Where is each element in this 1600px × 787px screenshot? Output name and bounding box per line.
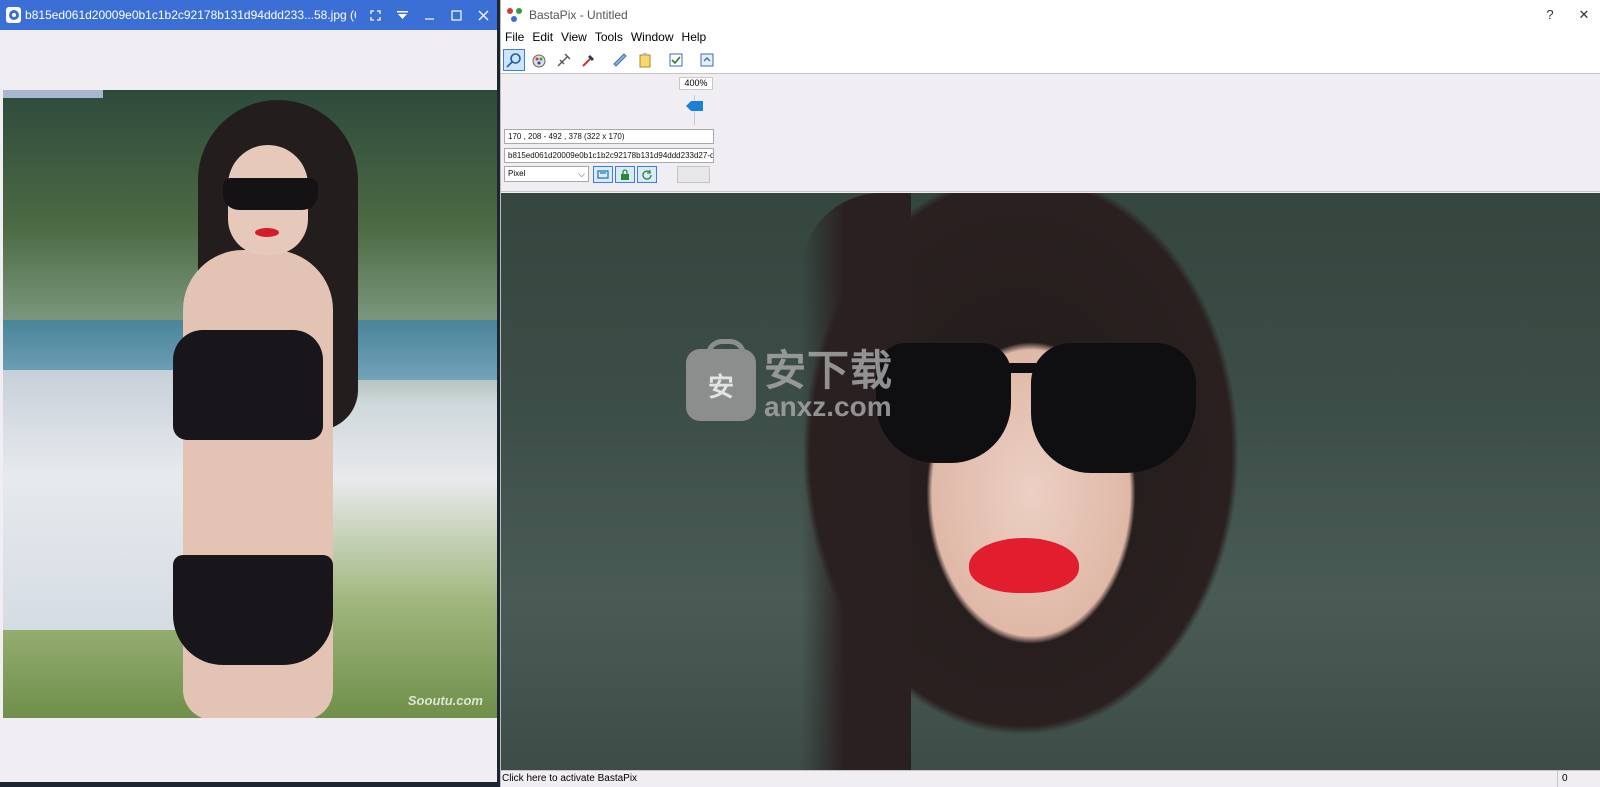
canvas-sunglasses-right — [1031, 343, 1196, 473]
menu-bar: File Edit View Tools Window Help — [501, 29, 1600, 46]
close-icon[interactable] — [470, 0, 497, 30]
photo-watermark: Sooutu.com — [407, 693, 483, 708]
menu-file[interactable]: File — [501, 29, 528, 46]
zoom-level: 400% — [679, 77, 713, 90]
viewer-app-icon — [6, 7, 22, 23]
status-text[interactable]: Click here to activate BastaPix — [502, 773, 637, 784]
filename-field[interactable]: b815ed061d20009e0b1c1b2c92178b131d94ddd2… — [504, 148, 714, 163]
color-picker-icon[interactable] — [528, 49, 550, 71]
unit-select[interactable]: Pixel ⌵ — [504, 166, 589, 182]
bastapix-window: BastaPix - Untitled ? ✕ File Edit View T… — [500, 0, 1600, 787]
magnifier-icon[interactable] — [503, 48, 525, 71]
bastapix-titlebar[interactable]: BastaPix - Untitled ? ✕ — [501, 0, 1600, 29]
ruler-icon[interactable] — [609, 49, 631, 71]
toolbar — [501, 46, 1600, 74]
photo-figure — [163, 100, 383, 718]
clipboard-icon[interactable] — [634, 49, 656, 71]
menu-help[interactable]: Help — [678, 29, 711, 46]
photo-sunglasses — [223, 178, 318, 210]
status-bar[interactable]: Click here to activate BastaPix 0 — [501, 770, 1600, 787]
lock-selection-button[interactable] — [615, 166, 635, 183]
help-button[interactable]: ? — [1533, 0, 1567, 29]
canvas-lips — [969, 538, 1079, 593]
canvas-hair — [801, 193, 911, 770]
zoom-slider-thumb[interactable] — [686, 101, 703, 111]
menu-window[interactable]: Window — [627, 29, 678, 46]
chevron-down-icon: ⌵ — [578, 169, 585, 179]
checklist-icon[interactable] — [665, 49, 687, 71]
watermark-chinese-text: 安下载 — [764, 347, 894, 394]
settings-icon[interactable] — [696, 49, 718, 71]
viewer-photo: Sooutu.com — [3, 90, 497, 718]
photo-lips — [255, 228, 279, 237]
menu-tools[interactable]: Tools — [591, 29, 627, 46]
viewer-titlebar[interactable]: b815ed061d20009e0b1c1b2c92178b131d94ddd2… — [0, 0, 497, 30]
photo-swim-bottom — [173, 555, 333, 665]
refresh-capture-button[interactable] — [637, 166, 657, 183]
eyedropper-icon[interactable] — [578, 49, 600, 71]
shopping-bag-icon: 安 — [686, 339, 756, 421]
menu-view[interactable]: View — [557, 29, 591, 46]
maximize-icon[interactable] — [443, 0, 470, 30]
fullscreen-icon[interactable] — [362, 0, 389, 30]
bastapix-title: BastaPix - Untitled — [529, 7, 628, 22]
photo-sky — [3, 90, 103, 98]
menu-edit[interactable]: Edit — [528, 29, 557, 46]
watermark-domain-text: anxz.com — [764, 391, 892, 422]
bastapix-logo-icon — [507, 7, 523, 23]
selection-coordinates-field[interactable]: 170 , 208 - 492 , 378 (322 x 170) — [504, 129, 714, 144]
pin-window-button[interactable] — [593, 166, 613, 183]
magnified-image-canvas[interactable]: 安 安下载 anxz.com — [501, 193, 1600, 770]
minimize-icon[interactable] — [416, 0, 443, 30]
crosshair-icon[interactable] — [553, 49, 575, 71]
site-watermark: 安 安下载 anxz.com — [686, 339, 906, 425]
viewer-title: b815ed061d20009e0b1c1b2c92178b131d94ddd2… — [25, 8, 356, 22]
dropdown-icon[interactable] — [389, 0, 416, 30]
image-viewer-window: b815ed061d20009e0b1c1b2c92178b131d94ddd2… — [0, 0, 497, 782]
disabled-button — [677, 166, 710, 183]
unit-select-value: Pixel — [508, 169, 526, 178]
close-button[interactable]: ✕ — [1567, 0, 1600, 29]
status-count: 0 — [1557, 771, 1577, 787]
photo-swim-top — [173, 330, 323, 440]
control-panel: 400% 170 , 208 - 492 , 378 (322 x 170) b… — [501, 75, 1600, 192]
